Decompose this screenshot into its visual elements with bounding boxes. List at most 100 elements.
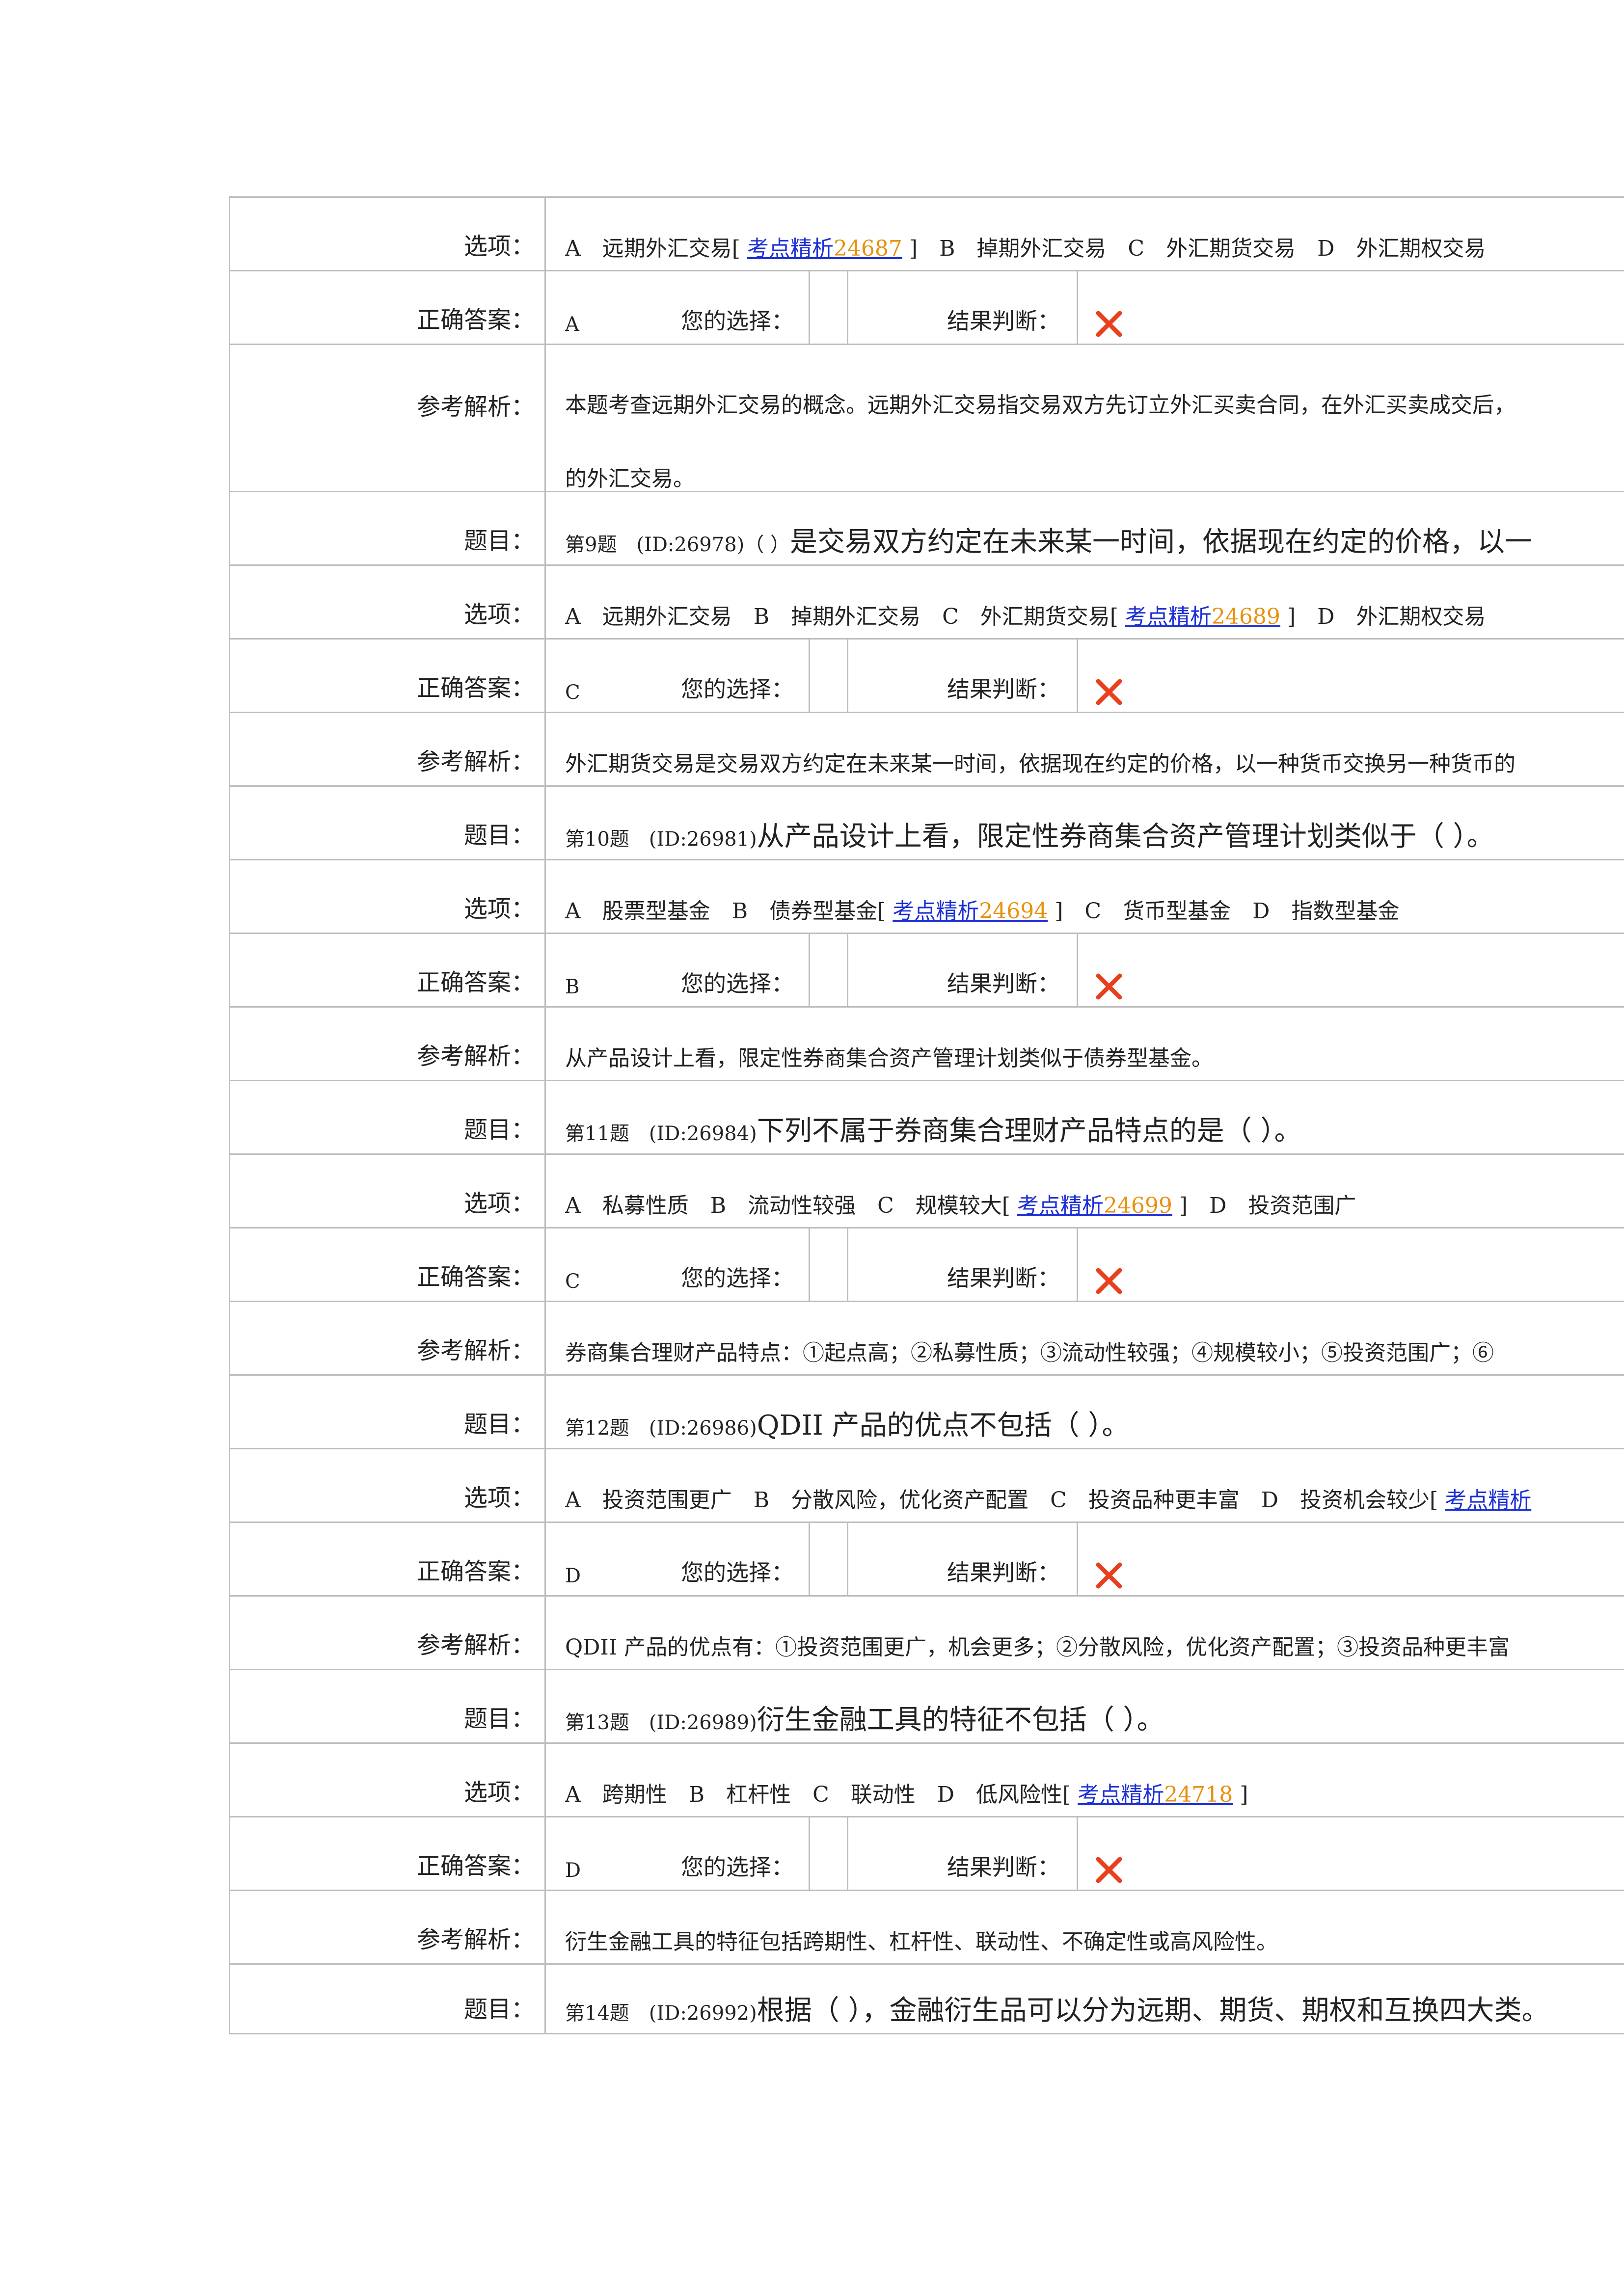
analysis-text: 衍生金融工具的特征包括跨期性、杠杆性、联动性、不确定性或高风险性。 xyxy=(565,1929,1278,1954)
cell-divider xyxy=(1077,934,1078,1006)
analysis-link[interactable]: 考点精析 xyxy=(1445,1488,1531,1513)
question-row-q11: 题目： 第11题 (ID:26984)下列不属于券商集合理财产品特点的是（ ）。 xyxy=(230,1081,1624,1155)
question-row-q12: 题目： 第12题 (ID:26986)QDII 产品的优点不包括（ ）。 xyxy=(230,1376,1624,1449)
options-row-q11: 选项： A 私募性质 B 流动性较强 C 规模较大[ 考点精析24699 ] D… xyxy=(230,1155,1624,1228)
wrong-cross-icon xyxy=(1096,1268,1122,1294)
options-text: A 跨期性 B 杠杆性 C 联动性 D 低风险性[ 考点精析24718 ] xyxy=(565,1782,1248,1807)
options-text: A 私募性质 B 流动性较强 C 规模较大[ 考点精析24699 ] D 投资范… xyxy=(565,1193,1356,1218)
analysis-row-q9: 参考解析： 外汇期货交易是交易双方约定在未来某一时间，依据现在约定的价格，以一种… xyxy=(230,713,1624,787)
result-label: 结果判断： xyxy=(947,308,1060,334)
answer-label: 正确答案： xyxy=(416,1263,535,1291)
answer-row-q13: 正确答案： D 您的选择： 结果判断： xyxy=(230,1817,1624,1891)
cell-divider xyxy=(847,1817,848,1890)
result-label: 结果判断： xyxy=(947,1854,1060,1880)
result-label: 结果判断： xyxy=(947,970,1060,997)
analysis-text: 本题考查远期外汇交易的概念。远期外汇交易指交易双方先订立外汇买卖合同，在外汇买卖… xyxy=(565,393,1516,418)
correct-answer: D xyxy=(565,1565,581,1587)
your-choice-label: 您的选择： xyxy=(681,676,794,702)
wrong-cross-icon xyxy=(1096,311,1122,337)
page: 选项： A 远期外汇交易[ 考点精析24687 ] B 掉期外汇交易 C 外汇期… xyxy=(0,0,1624,2296)
options-label: 选项： xyxy=(463,601,535,628)
cell-divider xyxy=(847,934,848,1006)
options-row-q10: 选项： A 股票型基金 B 债券型基金[ 考点精析24694 ] C 货币型基金… xyxy=(230,860,1624,934)
your-choice-label: 您的选择： xyxy=(681,1559,794,1586)
your-choice-label: 您的选择： xyxy=(681,970,794,997)
question-row-q9: 题目： 第9题 (ID:26978)（ ）是交易双方约定在未来某一时间，依据现在… xyxy=(230,492,1624,566)
cell-divider xyxy=(809,934,810,1006)
exam-table: 选项： A 远期外汇交易[ 考点精析24687 ] B 掉期外汇交易 C 外汇期… xyxy=(229,196,1624,2034)
question-text: 第13题 (ID:26989)衍生金融工具的特征不包括（ ）。 xyxy=(565,1704,1164,1736)
options-label: 选项： xyxy=(463,1484,535,1512)
cell-divider xyxy=(809,1523,810,1595)
cell-divider xyxy=(1077,640,1078,712)
answer-label: 正确答案： xyxy=(416,674,535,702)
wrong-cross-icon xyxy=(1096,679,1122,705)
cell-divider xyxy=(1077,1523,1078,1595)
correct-answer: B xyxy=(565,976,580,998)
options-text: A 股票型基金 B 债券型基金[ 考点精析24694 ] C 货币型基金 D 指… xyxy=(565,899,1400,924)
options-label: 选项： xyxy=(463,895,535,923)
answer-row-q11: 正确答案： C 您的选择： 结果判断： xyxy=(230,1228,1624,1302)
wrong-cross-icon xyxy=(1096,1857,1122,1883)
analysis-link[interactable]: 考点精析24689 xyxy=(1125,604,1280,629)
cell-divider xyxy=(1077,1228,1078,1301)
answer-label: 正确答案： xyxy=(416,1852,535,1880)
options-row-q9: 选项： A 远期外汇交易 B 掉期外汇交易 C 外汇期货交易[ 考点精析2468… xyxy=(230,566,1624,640)
analysis-text: 券商集合理财产品特点：①起点高；②私募性质；③流动性较强；④规模较小；⑤投资范围… xyxy=(565,1340,1494,1365)
analysis-label: 参考解析： xyxy=(416,1926,535,1953)
cell-divider xyxy=(847,640,848,712)
options-text: A 远期外汇交易[ 考点精析24687 ] B 掉期外汇交易 C 外汇期货交易 … xyxy=(565,236,1486,261)
answer-label: 正确答案： xyxy=(416,306,535,334)
options-label: 选项： xyxy=(463,233,535,260)
answer-row-q12: 正确答案： D 您的选择： 结果判断： xyxy=(230,1523,1624,1597)
question-label: 题目： xyxy=(463,1411,535,1438)
cell-divider xyxy=(847,1523,848,1595)
options-text: A 投资范围更广 B 分散风险，优化资产配置 C 投资品种更丰富 D 投资机会较… xyxy=(565,1488,1532,1513)
cell-divider xyxy=(1077,1817,1078,1890)
question-label: 题目： xyxy=(463,1116,535,1144)
cell-divider xyxy=(847,271,848,344)
analysis-link[interactable]: 考点精析24699 xyxy=(1017,1193,1172,1218)
analysis-text: 外汇期货交易是交易双方约定在未来某一时间，依据现在约定的价格，以一种货币交换另一… xyxy=(565,751,1516,776)
correct-answer: C xyxy=(565,1270,580,1293)
analysis-text: 从产品设计上看，限定性券商集合资产管理计划类似于债券型基金。 xyxy=(565,1046,1213,1071)
your-choice-label: 您的选择： xyxy=(681,1265,794,1291)
correct-answer: D xyxy=(565,1859,581,1882)
result-label: 结果判断： xyxy=(947,676,1060,702)
analysis-link[interactable]: 考点精析24687 xyxy=(747,236,902,261)
question-label: 题目： xyxy=(463,1996,535,2023)
question-text: 第10题 (ID:26981)从产品设计上看，限定性券商集合资产管理计划类似于（… xyxy=(565,821,1494,853)
your-choice-label: 您的选择： xyxy=(681,308,794,334)
analysis-row-q10: 参考解析： 从产品设计上看，限定性券商集合资产管理计划类似于债券型基金。 xyxy=(230,1008,1624,1081)
options-row-q12: 选项： A 投资范围更广 B 分散风险，优化资产配置 C 投资品种更丰富 D 投… xyxy=(230,1449,1624,1523)
analysis-label: 参考解析： xyxy=(416,1042,535,1070)
options-row-q8: 选项： A 远期外汇交易[ 考点精析24687 ] B 掉期外汇交易 C 外汇期… xyxy=(230,198,1624,271)
analysis-row-q11: 参考解析： 券商集合理财产品特点：①起点高；②私募性质；③流动性较强；④规模较小… xyxy=(230,1302,1624,1376)
cell-divider xyxy=(809,1817,810,1890)
question-row-q10: 题目： 第10题 (ID:26981)从产品设计上看，限定性券商集合资产管理计划… xyxy=(230,787,1624,860)
cell-divider xyxy=(847,1228,848,1301)
analysis-text: 的外汇交易。 xyxy=(565,466,695,491)
answer-row-q8: 正确答案： A 您的选择： 结果判断： xyxy=(230,271,1624,345)
cell-divider xyxy=(809,1228,810,1301)
options-text: A 远期外汇交易 B 掉期外汇交易 C 外汇期货交易[ 考点精析24689 ] … xyxy=(565,604,1486,629)
analysis-row-q8: 参考解析： 本题考查远期外汇交易的概念。远期外汇交易指交易双方先订立外汇买卖合同… xyxy=(230,345,1624,492)
analysis-label: 参考解析： xyxy=(416,1631,535,1659)
result-label: 结果判断： xyxy=(947,1559,1060,1586)
cell-divider xyxy=(809,271,810,344)
question-label: 题目： xyxy=(463,822,535,849)
options-label: 选项： xyxy=(463,1779,535,1806)
answer-label: 正确答案： xyxy=(416,1558,535,1585)
analysis-link[interactable]: 考点精析24694 xyxy=(893,899,1048,924)
correct-answer: C xyxy=(565,681,580,704)
wrong-cross-icon xyxy=(1096,1562,1122,1589)
analysis-text: QDII 产品的优点有：①投资范围更广，机会更多；②分散风险，优化资产配置；③投… xyxy=(565,1635,1510,1660)
answer-row-q9: 正确答案： C 您的选择： 结果判断： xyxy=(230,640,1624,713)
analysis-row-q13: 参考解析： 衍生金融工具的特征包括跨期性、杠杆性、联动性、不确定性或高风险性。 xyxy=(230,1891,1624,1965)
question-label: 题目： xyxy=(463,1705,535,1733)
analysis-label: 参考解析： xyxy=(416,748,535,775)
wrong-cross-icon xyxy=(1096,973,1122,1000)
result-label: 结果判断： xyxy=(947,1265,1060,1291)
analysis-link[interactable]: 考点精析24718 xyxy=(1078,1782,1233,1807)
analysis-label: 参考解析： xyxy=(416,393,535,421)
